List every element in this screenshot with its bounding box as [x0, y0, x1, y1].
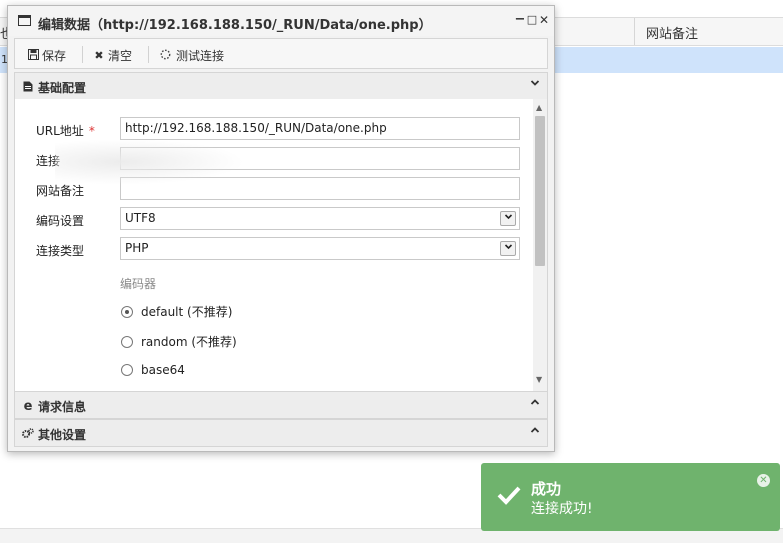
chevron-down-icon[interactable] [500, 241, 516, 256]
file-icon [22, 81, 34, 95]
encoding-field-label: 编码设置 [36, 214, 85, 228]
encoder-radio-random[interactable]: random (不推荐) [121, 333, 237, 350]
type-field-label: 连接类型 [36, 244, 85, 258]
clear-label: 清空 [108, 49, 133, 63]
close-icon[interactable]: ✕ [757, 474, 770, 487]
radio-unselected-icon[interactable] [121, 335, 133, 348]
panel-title-wrap: 基础配置 [22, 79, 86, 96]
toast-message: 连接成功! [531, 501, 593, 517]
connection-type-select[interactable]: PHP [120, 237, 520, 260]
maximize-icon[interactable]: □ [526, 13, 538, 27]
encoding-select-value: UTF8 [125, 211, 156, 225]
encoder-radio-base64[interactable]: base64 [121, 363, 185, 377]
encoder-random-label: random (不推荐) [141, 335, 237, 349]
panel-body-basic: URL地址 * http://192.168.188.150/_RUN/Data/… [14, 99, 548, 391]
save-label: 保存 [42, 49, 67, 63]
test-connection-button[interactable]: 测试连接 [159, 47, 224, 64]
panel-title-request: 请求信息 [38, 400, 87, 414]
spinner-icon [159, 49, 171, 63]
panel-title-basic: 基础配置 [38, 81, 87, 95]
url-label-text: URL地址 [36, 124, 84, 138]
required-mark: * [88, 124, 95, 138]
url-field-label: URL地址 * [36, 122, 95, 139]
column-header-note[interactable]: 网站备注 [646, 23, 698, 42]
gears-icon [22, 427, 34, 442]
panel-title-other: 其他设置 [38, 428, 87, 442]
encoder-base64-label: base64 [141, 363, 185, 377]
encoding-select[interactable]: UTF8 [120, 207, 520, 230]
chevron-down-icon[interactable] [500, 211, 516, 226]
floppy-disk-icon [27, 48, 39, 63]
panel-header-basic[interactable]: 基础配置 [14, 72, 548, 100]
dialog-title: 编辑数据（http://192.168.188.150/_RUN/Data/on… [38, 18, 432, 33]
panel-title-wrap: e 请求信息 [22, 398, 86, 415]
save-button[interactable]: 保存 [27, 47, 66, 64]
connection-type-value: PHP [125, 241, 149, 255]
scrollbar-thumb[interactable] [535, 116, 545, 266]
dialog-titlebar[interactable]: 编辑数据（http://192.168.188.150/_RUN/Data/on… [8, 6, 554, 36]
close-icon[interactable]: ✕ [538, 13, 550, 27]
minimize-icon[interactable]: − [514, 13, 526, 27]
toolbar-separator [148, 46, 149, 63]
chevron-down-icon[interactable] [530, 78, 540, 91]
panel-title-wrap: 其他设置 [22, 426, 86, 443]
scroll-down-icon[interactable]: ▼ [536, 375, 542, 384]
encoder-default-label: default (不推荐) [141, 305, 233, 319]
window-icon [18, 15, 31, 26]
encoder-radio-default[interactable]: default (不推荐) [121, 303, 232, 320]
x-mark-icon: ✖ [94, 49, 104, 62]
edit-data-dialog: 编辑数据（http://192.168.188.150/_RUN/Data/on… [7, 5, 555, 452]
clear-button[interactable]: ✖ 清空 [93, 47, 132, 64]
column-separator[interactable] [634, 18, 635, 45]
chevron-up-icon[interactable] [530, 425, 540, 438]
scroll-up-icon[interactable]: ▲ [536, 103, 542, 112]
test-connection-label: 测试连接 [176, 49, 225, 63]
edge-icon: e [23, 399, 33, 414]
panel-scrollbar[interactable]: ▲ ▼ [533, 99, 547, 391]
blurred-region [55, 139, 245, 185]
encoder-group-label: 编码器 [120, 277, 157, 291]
url-input[interactable]: http://192.168.188.150/_RUN/Data/one.php [120, 117, 520, 140]
panel-header-request[interactable]: e 请求信息 [14, 391, 548, 419]
radio-selected-icon[interactable] [121, 305, 133, 318]
toast-title: 成功 [531, 480, 562, 498]
success-toast: 成功 连接成功! ✕ [481, 463, 780, 531]
checkmark-icon [497, 483, 521, 511]
panel-header-other[interactable]: 其他设置 [14, 419, 548, 447]
radio-unselected-icon[interactable] [121, 364, 133, 376]
toolbar-separator [82, 46, 83, 63]
chevron-up-icon[interactable] [530, 397, 540, 410]
dialog-toolbar: 保存 ✖ 清空 测试连接 [14, 38, 548, 69]
